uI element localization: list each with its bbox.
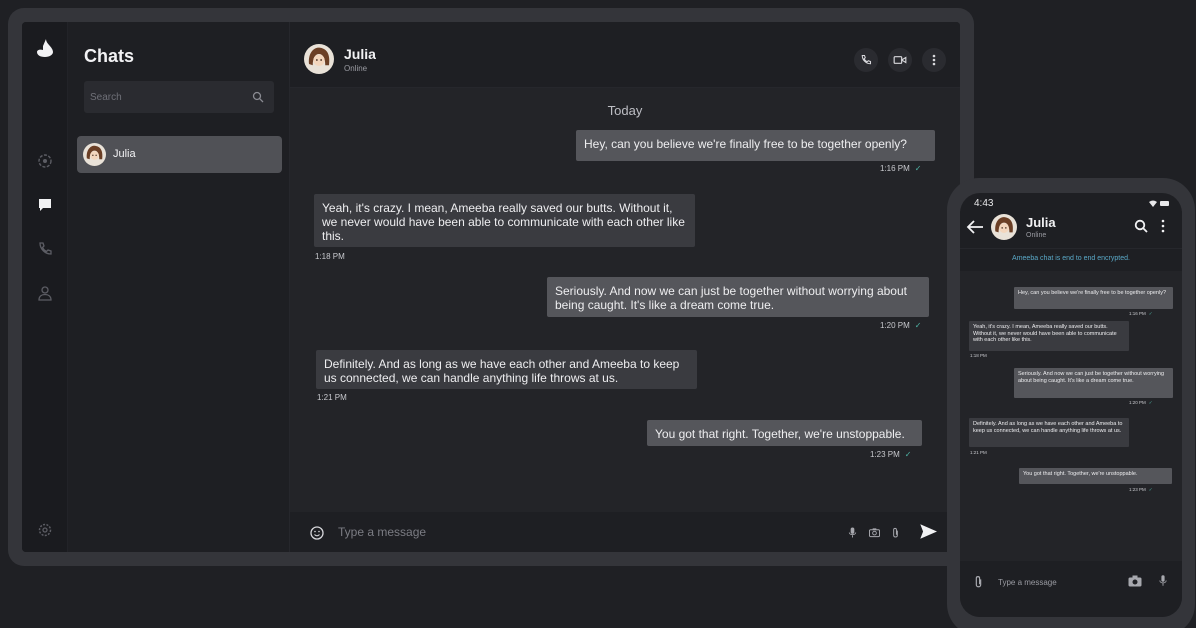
phone-message-area: Hey, can you believe we're finally free …	[960, 271, 1182, 561]
chat-list-item-julia[interactable]: Julia	[77, 136, 282, 173]
day-separator: Today	[607, 103, 643, 118]
read-receipt-icon: ✓	[914, 164, 922, 173]
more-options-button[interactable]	[922, 48, 946, 72]
message-bubble-incoming: Yeah, it's crazy. I mean, Ameeba really …	[969, 321, 1129, 351]
message-time: 1:18 PM	[315, 252, 345, 261]
attach-icon[interactable]	[974, 575, 983, 588]
phone-clock: 4:43	[974, 198, 994, 209]
encryption-notice: Ameeba chat is end to end encrypted.	[1012, 255, 1130, 262]
avatar[interactable]	[304, 44, 334, 74]
phone-message-composer	[960, 561, 1182, 617]
send-icon[interactable]	[920, 524, 937, 539]
chat-icon[interactable]	[37, 197, 53, 213]
phone-device-frame: 4:43 Julia Online Ameeba chat is end to …	[947, 178, 1195, 628]
message-bubble-incoming: Definitely. And as long as we have each …	[969, 418, 1129, 447]
desktop-device-frame: Chats Julia	[8, 8, 974, 566]
message-time: 1:21 PM	[317, 393, 347, 402]
phone-app-screen: 4:43 Julia Online Ameeba chat is end to …	[960, 193, 1182, 617]
message-bubble-outgoing: You got that right. Together, we're unst…	[1019, 468, 1172, 484]
desktop-app-window: Chats Julia	[22, 22, 960, 552]
message-time: 1:23 PM ✓	[870, 450, 912, 459]
attach-icon[interactable]	[890, 527, 901, 538]
mic-icon[interactable]	[847, 527, 858, 538]
search-icon[interactable]	[252, 91, 264, 103]
contact-status: Online	[1026, 232, 1047, 239]
message-bubble-outgoing: Seriously. And now we can just be togeth…	[547, 277, 929, 317]
chat-list-item-name: Julia	[113, 148, 136, 160]
read-receipt-icon: ✓	[1148, 311, 1153, 316]
settings-icon[interactable]	[37, 522, 53, 538]
camera-icon[interactable]	[869, 527, 880, 538]
contact-name: Julia	[344, 46, 376, 62]
message-time: 1:16 PM ✓	[880, 164, 922, 173]
app-logo-icon	[37, 39, 53, 57]
voice-call-button[interactable]	[854, 48, 878, 72]
message-bubble-outgoing: Hey, can you believe we're finally free …	[576, 130, 935, 161]
back-arrow-icon[interactable]	[966, 219, 984, 235]
camera-icon[interactable]	[1128, 575, 1142, 587]
status-bar-icons	[1149, 200, 1169, 207]
search-box[interactable]	[84, 81, 274, 113]
read-receipt-icon: ✓	[1148, 400, 1153, 405]
contact-name: Julia	[1026, 215, 1056, 230]
phone-conversation-header: Julia Online	[960, 211, 1182, 249]
avatar[interactable]	[991, 214, 1017, 240]
read-receipt-icon: ✓	[904, 450, 912, 459]
message-time: 1:23 PM ✓	[1129, 487, 1153, 492]
emoji-icon[interactable]	[310, 526, 324, 540]
call-icon[interactable]	[37, 241, 53, 257]
read-receipt-icon: ✓	[1148, 487, 1153, 492]
more-icon	[932, 54, 936, 66]
message-time: 1:20 PM ✓	[1129, 400, 1153, 405]
message-time: 1:21 PM	[970, 450, 987, 455]
chats-title: Chats	[84, 46, 135, 66]
read-receipt-icon: ✓	[914, 321, 922, 330]
message-input[interactable]	[338, 520, 828, 544]
conversation-header: Julia Online	[290, 22, 960, 88]
contact-status: Online	[344, 64, 368, 73]
message-input[interactable]	[998, 573, 1118, 591]
message-bubble-outgoing: You got that right. Together, we're unst…	[647, 420, 922, 446]
mic-icon[interactable]	[1159, 574, 1167, 587]
more-icon[interactable]	[1160, 219, 1166, 233]
message-bubble-incoming: Definitely. And as long as we have each …	[316, 350, 697, 389]
message-bubble-incoming: Yeah, it's crazy. I mean, Ameeba really …	[314, 194, 695, 247]
contacts-icon[interactable]	[37, 285, 53, 301]
conversation-panel: Julia Online Today Hey, can you believe …	[290, 22, 960, 552]
message-bubble-outgoing: Hey, can you believe we're finally free …	[1014, 287, 1173, 309]
search-input[interactable]	[90, 87, 240, 107]
avatar	[83, 143, 106, 166]
message-time: 1:16 PM ✓	[1129, 311, 1153, 316]
message-composer	[290, 512, 960, 552]
video-call-button[interactable]	[888, 48, 912, 72]
message-time: 1:18 PM	[970, 353, 987, 358]
message-time: 1:20 PM ✓	[880, 321, 922, 330]
message-bubble-outgoing: Seriously. And now we can just be togeth…	[1014, 368, 1173, 398]
search-icon[interactable]	[1134, 219, 1148, 233]
nav-rail	[22, 22, 68, 552]
status-icon[interactable]	[37, 153, 53, 169]
chat-list-panel: Chats Julia	[68, 22, 290, 552]
phone-icon	[861, 54, 872, 65]
video-icon	[893, 56, 907, 64]
